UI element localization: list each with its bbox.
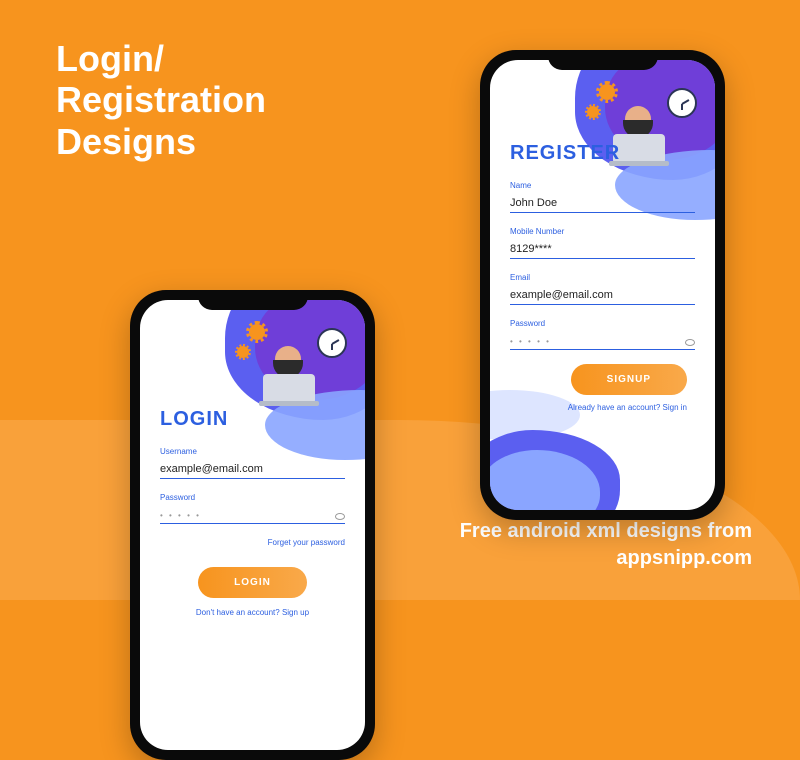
signup-link[interactable]: Don't have an account? Sign up (160, 608, 345, 617)
name-input[interactable] (510, 194, 695, 213)
login-form: LOGIN Username Password Forget your pass… (160, 408, 345, 617)
clock-icon (317, 328, 347, 358)
eye-icon[interactable] (335, 513, 345, 520)
hero-line-3: Designs (56, 121, 266, 162)
login-screen: LOGIN Username Password Forget your pass… (140, 300, 365, 750)
name-label: Name (510, 181, 695, 190)
gear-icon (599, 84, 615, 100)
password-label: Password (510, 319, 695, 328)
footer-line-1: Free android xml designs from (460, 518, 752, 545)
forgot-password-link[interactable]: Forget your password (160, 538, 345, 547)
hero-title: Login/ Registration Designs (56, 38, 266, 162)
phone-mockup-register: REGISTER Name Mobile Number Email Passwo… (480, 50, 725, 520)
register-form: REGISTER Name Mobile Number Email Passwo… (510, 142, 695, 412)
gear-icon (249, 324, 265, 340)
signin-link[interactable]: Already have an account? Sign in (510, 403, 695, 412)
eye-icon[interactable] (685, 339, 695, 346)
login-title: LOGIN (160, 408, 345, 431)
register-title: REGISTER (510, 142, 695, 165)
email-label: Email (510, 273, 695, 282)
login-button[interactable]: LOGIN (198, 567, 307, 598)
hero-line-2: Registration (56, 79, 266, 120)
laptop-icon (263, 374, 315, 402)
password-label: Password (160, 493, 345, 502)
illustration (227, 318, 347, 408)
username-input[interactable] (160, 460, 345, 479)
mobile-input[interactable] (510, 240, 695, 259)
register-screen: REGISTER Name Mobile Number Email Passwo… (490, 60, 715, 510)
phone-notch (548, 50, 658, 70)
footer-line-2: appsnipp.com (460, 545, 752, 572)
username-label: Username (160, 447, 345, 456)
password-input[interactable] (160, 508, 345, 524)
hero-line-1: Login/ (56, 38, 266, 79)
gear-icon (237, 346, 249, 358)
signup-button[interactable]: SIGNUP (571, 364, 687, 395)
password-input[interactable] (510, 334, 695, 350)
footer-text: Free android xml designs from appsnipp.c… (460, 518, 752, 572)
email-input[interactable] (510, 286, 695, 305)
phone-notch (198, 290, 308, 310)
gear-icon (587, 106, 599, 118)
phone-mockup-login: LOGIN Username Password Forget your pass… (130, 290, 375, 760)
mobile-label: Mobile Number (510, 227, 695, 236)
clock-icon (667, 88, 697, 118)
